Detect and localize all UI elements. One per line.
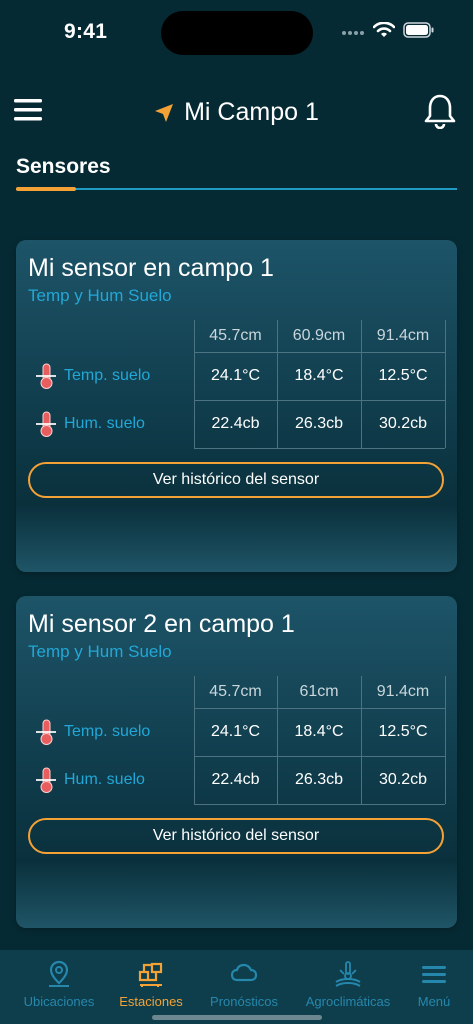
- reading-value: 12.5°C: [378, 367, 428, 384]
- bell-icon: [424, 94, 456, 130]
- cloud-icon: [230, 963, 258, 982]
- section-tab-sensores[interactable]: Sensores: [16, 155, 457, 193]
- table-row: Hum. suelo 22.4cb 26.3cb 30.2cb: [16, 756, 457, 804]
- table-header-row: 45.7cm 60.9cm 91.4cm: [16, 320, 457, 352]
- depth-header: 91.4cm: [376, 683, 430, 700]
- sensor-history-button[interactable]: Ver histórico del sensor: [28, 818, 444, 854]
- sensor-card: Mi sensor en campo 1 Temp y Hum Suelo 45…: [16, 240, 457, 572]
- table-row: Hum. suelo 22.4cb 26.3cb 30.2cb: [16, 400, 457, 448]
- wifi-icon: [372, 21, 396, 43]
- dynamic-island: [161, 11, 313, 55]
- nav-item-menu[interactable]: Menú: [404, 960, 464, 1009]
- thermometer-icon: [36, 767, 56, 793]
- reading-value: 24.1°C: [210, 367, 261, 384]
- nav-item-ubicaciones[interactable]: Ubicaciones: [14, 960, 104, 1009]
- reading-value: 22.4cb: [211, 415, 260, 432]
- reading-value: 26.3cb: [294, 415, 344, 432]
- status-bar: 9:41: [0, 0, 473, 62]
- sensor-type: Temp y Hum Suelo: [28, 286, 172, 305]
- battery-icon: [403, 22, 435, 43]
- section-divider: [16, 188, 457, 190]
- reading-value: 24.1°C: [210, 723, 261, 740]
- status-time: 9:41: [64, 20, 108, 43]
- sensor-type: Temp y Hum Suelo: [28, 642, 172, 661]
- sensor-name: Mi sensor 2 en campo 1: [28, 610, 295, 638]
- status-icons: [341, 21, 435, 43]
- nav-item-pronosticos[interactable]: Pronósticos: [199, 960, 289, 1009]
- thermometer-icon: [36, 411, 56, 437]
- thermometer-icon: [36, 363, 56, 389]
- row-label: Hum. suelo: [34, 400, 145, 448]
- sensor-card: Mi sensor 2 en campo 1 Temp y Hum Suelo …: [16, 596, 457, 928]
- signal-icon: [341, 24, 365, 42]
- home-indicator[interactable]: [152, 1015, 322, 1020]
- depth-header: 45.7cm: [209, 327, 262, 344]
- row-label: Temp. suelo: [34, 352, 150, 400]
- reading-value: 26.3cb: [294, 771, 344, 788]
- table-row: Temp. suelo 24.1°C 18.4°C 12.5°C: [16, 352, 457, 400]
- reading-value: 30.2cb: [378, 771, 428, 788]
- location-arrow-icon: [155, 103, 174, 122]
- row-label: Temp. suelo: [34, 708, 150, 756]
- hamburger-icon: [422, 966, 446, 983]
- table-divider: [194, 448, 445, 449]
- nav-item-agroclimaticas[interactable]: Agroclimáticas: [300, 960, 396, 1009]
- location-pin-icon: [49, 960, 69, 987]
- table-header-row: 45.7cm 61cm 91.4cm: [16, 676, 457, 708]
- reading-value: 22.4cb: [211, 771, 260, 788]
- location-selector[interactable]: Mi Campo 1: [0, 98, 473, 127]
- reading-value: 18.4°C: [294, 723, 344, 740]
- thermometer-icon: [36, 719, 56, 745]
- active-tab-indicator: [16, 187, 76, 191]
- table-divider: [194, 804, 445, 805]
- reading-value: 18.4°C: [294, 367, 344, 384]
- sensor-history-button[interactable]: Ver histórico del sensor: [28, 462, 444, 498]
- stations-icon: [138, 962, 163, 987]
- depth-header: 61cm: [299, 683, 339, 700]
- page-title: Mi Campo 1: [184, 98, 319, 126]
- header: Mi Campo 1: [0, 80, 473, 146]
- row-label: Hum. suelo: [34, 756, 145, 804]
- notifications-button[interactable]: [423, 93, 457, 130]
- agro-icon: [335, 961, 361, 987]
- nav-item-estaciones[interactable]: Estaciones: [106, 960, 196, 1009]
- depth-header: 60.9cm: [292, 327, 346, 344]
- reading-value: 30.2cb: [378, 415, 428, 432]
- sensor-name: Mi sensor en campo 1: [28, 254, 274, 282]
- bottom-nav: Ubicaciones Estaciones Pronósticos Agroc…: [0, 950, 473, 1024]
- depth-header: 45.7cm: [209, 683, 262, 700]
- reading-value: 12.5°C: [378, 723, 428, 740]
- depth-header: 91.4cm: [376, 327, 430, 344]
- section-title: Sensores: [16, 155, 111, 178]
- app-screen: 9:41 Mi Campo 1 Sensores Mi sensor en ca…: [0, 0, 473, 1024]
- table-row: Temp. suelo 24.1°C 18.4°C 12.5°C: [16, 708, 457, 756]
